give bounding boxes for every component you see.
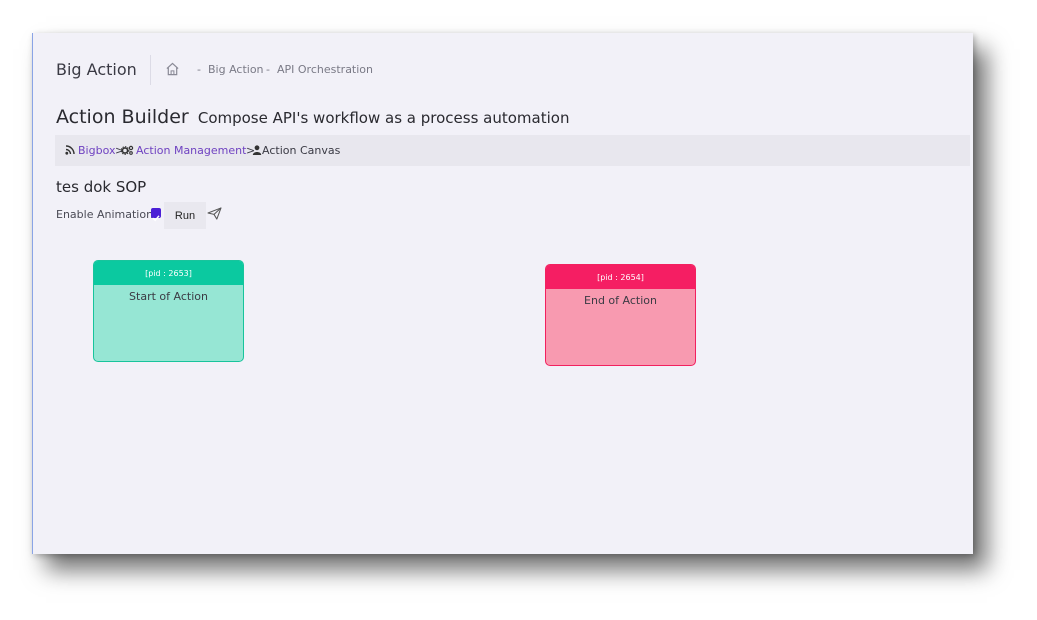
breadcrumb-action-canvas: Action Canvas [262, 144, 341, 157]
node-pid: [pid : 2654] [546, 265, 695, 289]
node-start-of-action[interactable]: [pid : 2653] Start of Action [93, 260, 244, 362]
page-subtitle: Compose API's workflow as a process auto… [197, 109, 570, 127]
node-label: End of Action [584, 294, 657, 307]
crumb-separator: - [197, 63, 201, 76]
top-bar: Big Action - Big Action - API Orchestrat… [33, 33, 973, 105]
check-icon [152, 215, 160, 222]
crumb-separator: - [266, 63, 270, 76]
page-heading: Action Builder Compose API's workflow as… [56, 106, 569, 128]
breadcrumb-action-management[interactable]: Action Management [136, 144, 246, 157]
app-window: Big Action - Big Action - API Orchestrat… [32, 33, 973, 554]
cogs-icon [121, 145, 134, 155]
user-icon [252, 145, 262, 155]
node-end-of-action[interactable]: [pid : 2654] End of Action [545, 264, 696, 366]
send-icon[interactable] [207, 207, 222, 220]
home-icon[interactable] [165, 62, 180, 76]
app-title: Big Action [56, 60, 137, 79]
crumb-big-action[interactable]: Big Action [208, 63, 264, 76]
node-pid: [pid : 2653] [94, 261, 243, 285]
page-title: Action Builder [56, 106, 189, 128]
enable-animation-label: Enable Animation [56, 208, 154, 221]
breadcrumb-bigbox[interactable]: Bigbox [78, 144, 115, 157]
rss-icon [65, 145, 75, 155]
crumb-api-orchestration[interactable]: API Orchestration [277, 63, 373, 76]
topbar-divider [150, 55, 151, 85]
workflow-name: tes dok SOP [56, 178, 147, 196]
run-button[interactable]: Run [164, 202, 206, 229]
enable-animation-checkbox[interactable] [151, 208, 161, 222]
breadcrumb: Bigbox > Action Management > Action Canv… [55, 135, 970, 166]
node-label: Start of Action [129, 290, 208, 303]
